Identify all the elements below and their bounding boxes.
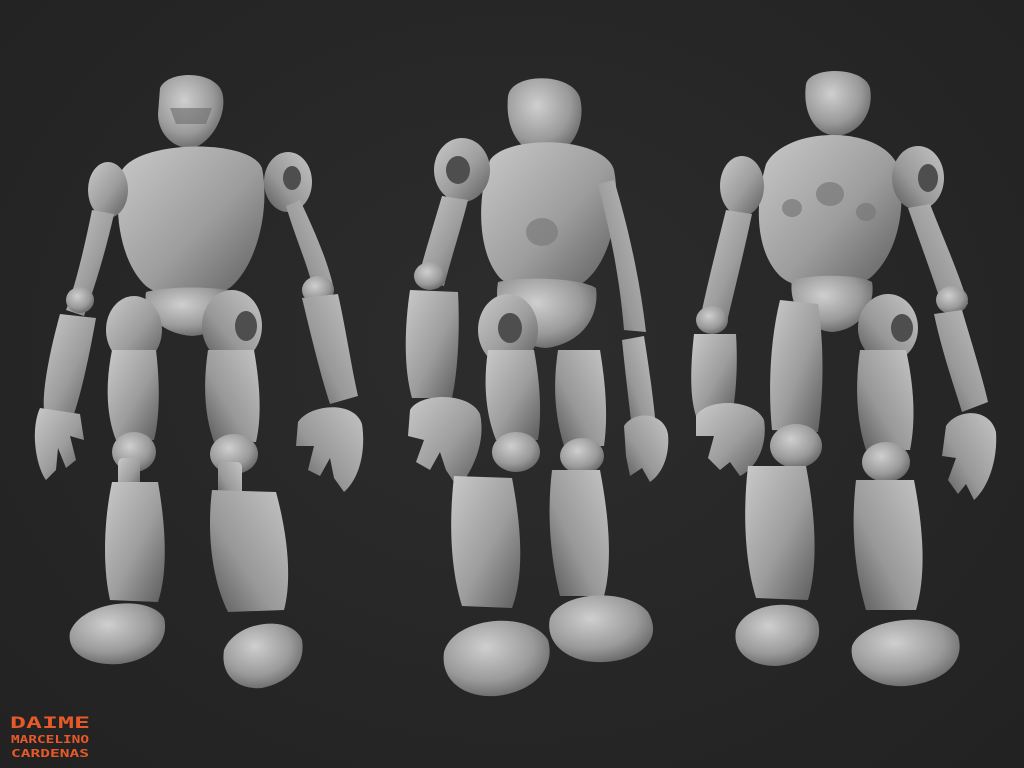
signature-line-3: CARDENAS — [11, 747, 89, 760]
robot-sculpt-render — [34, 70, 997, 697]
signature-line-2: MARCELINO — [11, 733, 89, 746]
robot-front-view — [34, 74, 364, 689]
signature-logo: DAIME MARCELINO CARDENAS — [10, 713, 90, 760]
robot-back-view — [691, 70, 997, 687]
signature-line-1: DAIME — [10, 713, 90, 732]
render-canvas: DAIME MARCELINO CARDENAS — [0, 0, 1024, 768]
robot-three-quarter-view — [405, 78, 669, 697]
